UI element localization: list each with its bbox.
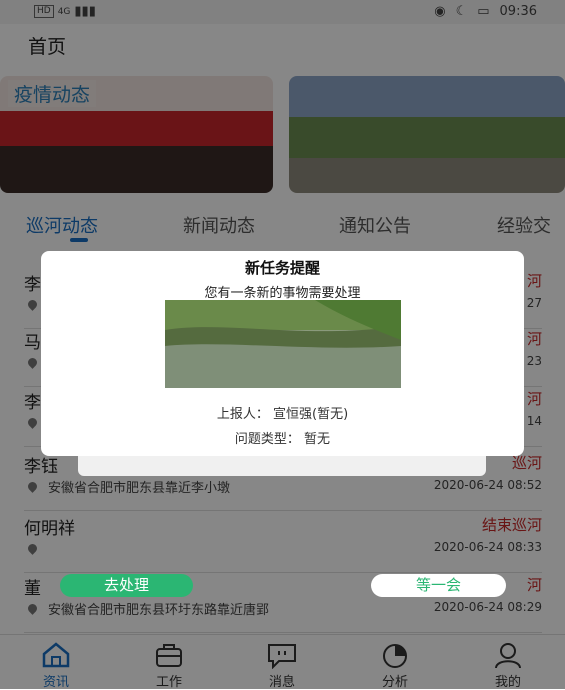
issue-photo (165, 300, 401, 388)
dialog-title: 新任务提醒 (244, 259, 320, 277)
dialog-reporter: 上报人： 宣恒强(暂无) (216, 407, 349, 422)
go-handle-button[interactable]: 去处理 (60, 574, 193, 597)
dialog-problem-type: 问题类型： 暂无 (234, 432, 331, 447)
modal-lower-card (78, 456, 486, 476)
dialog-message: 您有一条新的事物需要处理 (204, 286, 361, 301)
wait-button[interactable]: 等一会 (371, 574, 506, 597)
new-task-dialog: 新任务提醒 您有一条新的事物需要处理 上报人： 宣恒强(暂无) 问题类型： 暂无 (41, 251, 524, 456)
